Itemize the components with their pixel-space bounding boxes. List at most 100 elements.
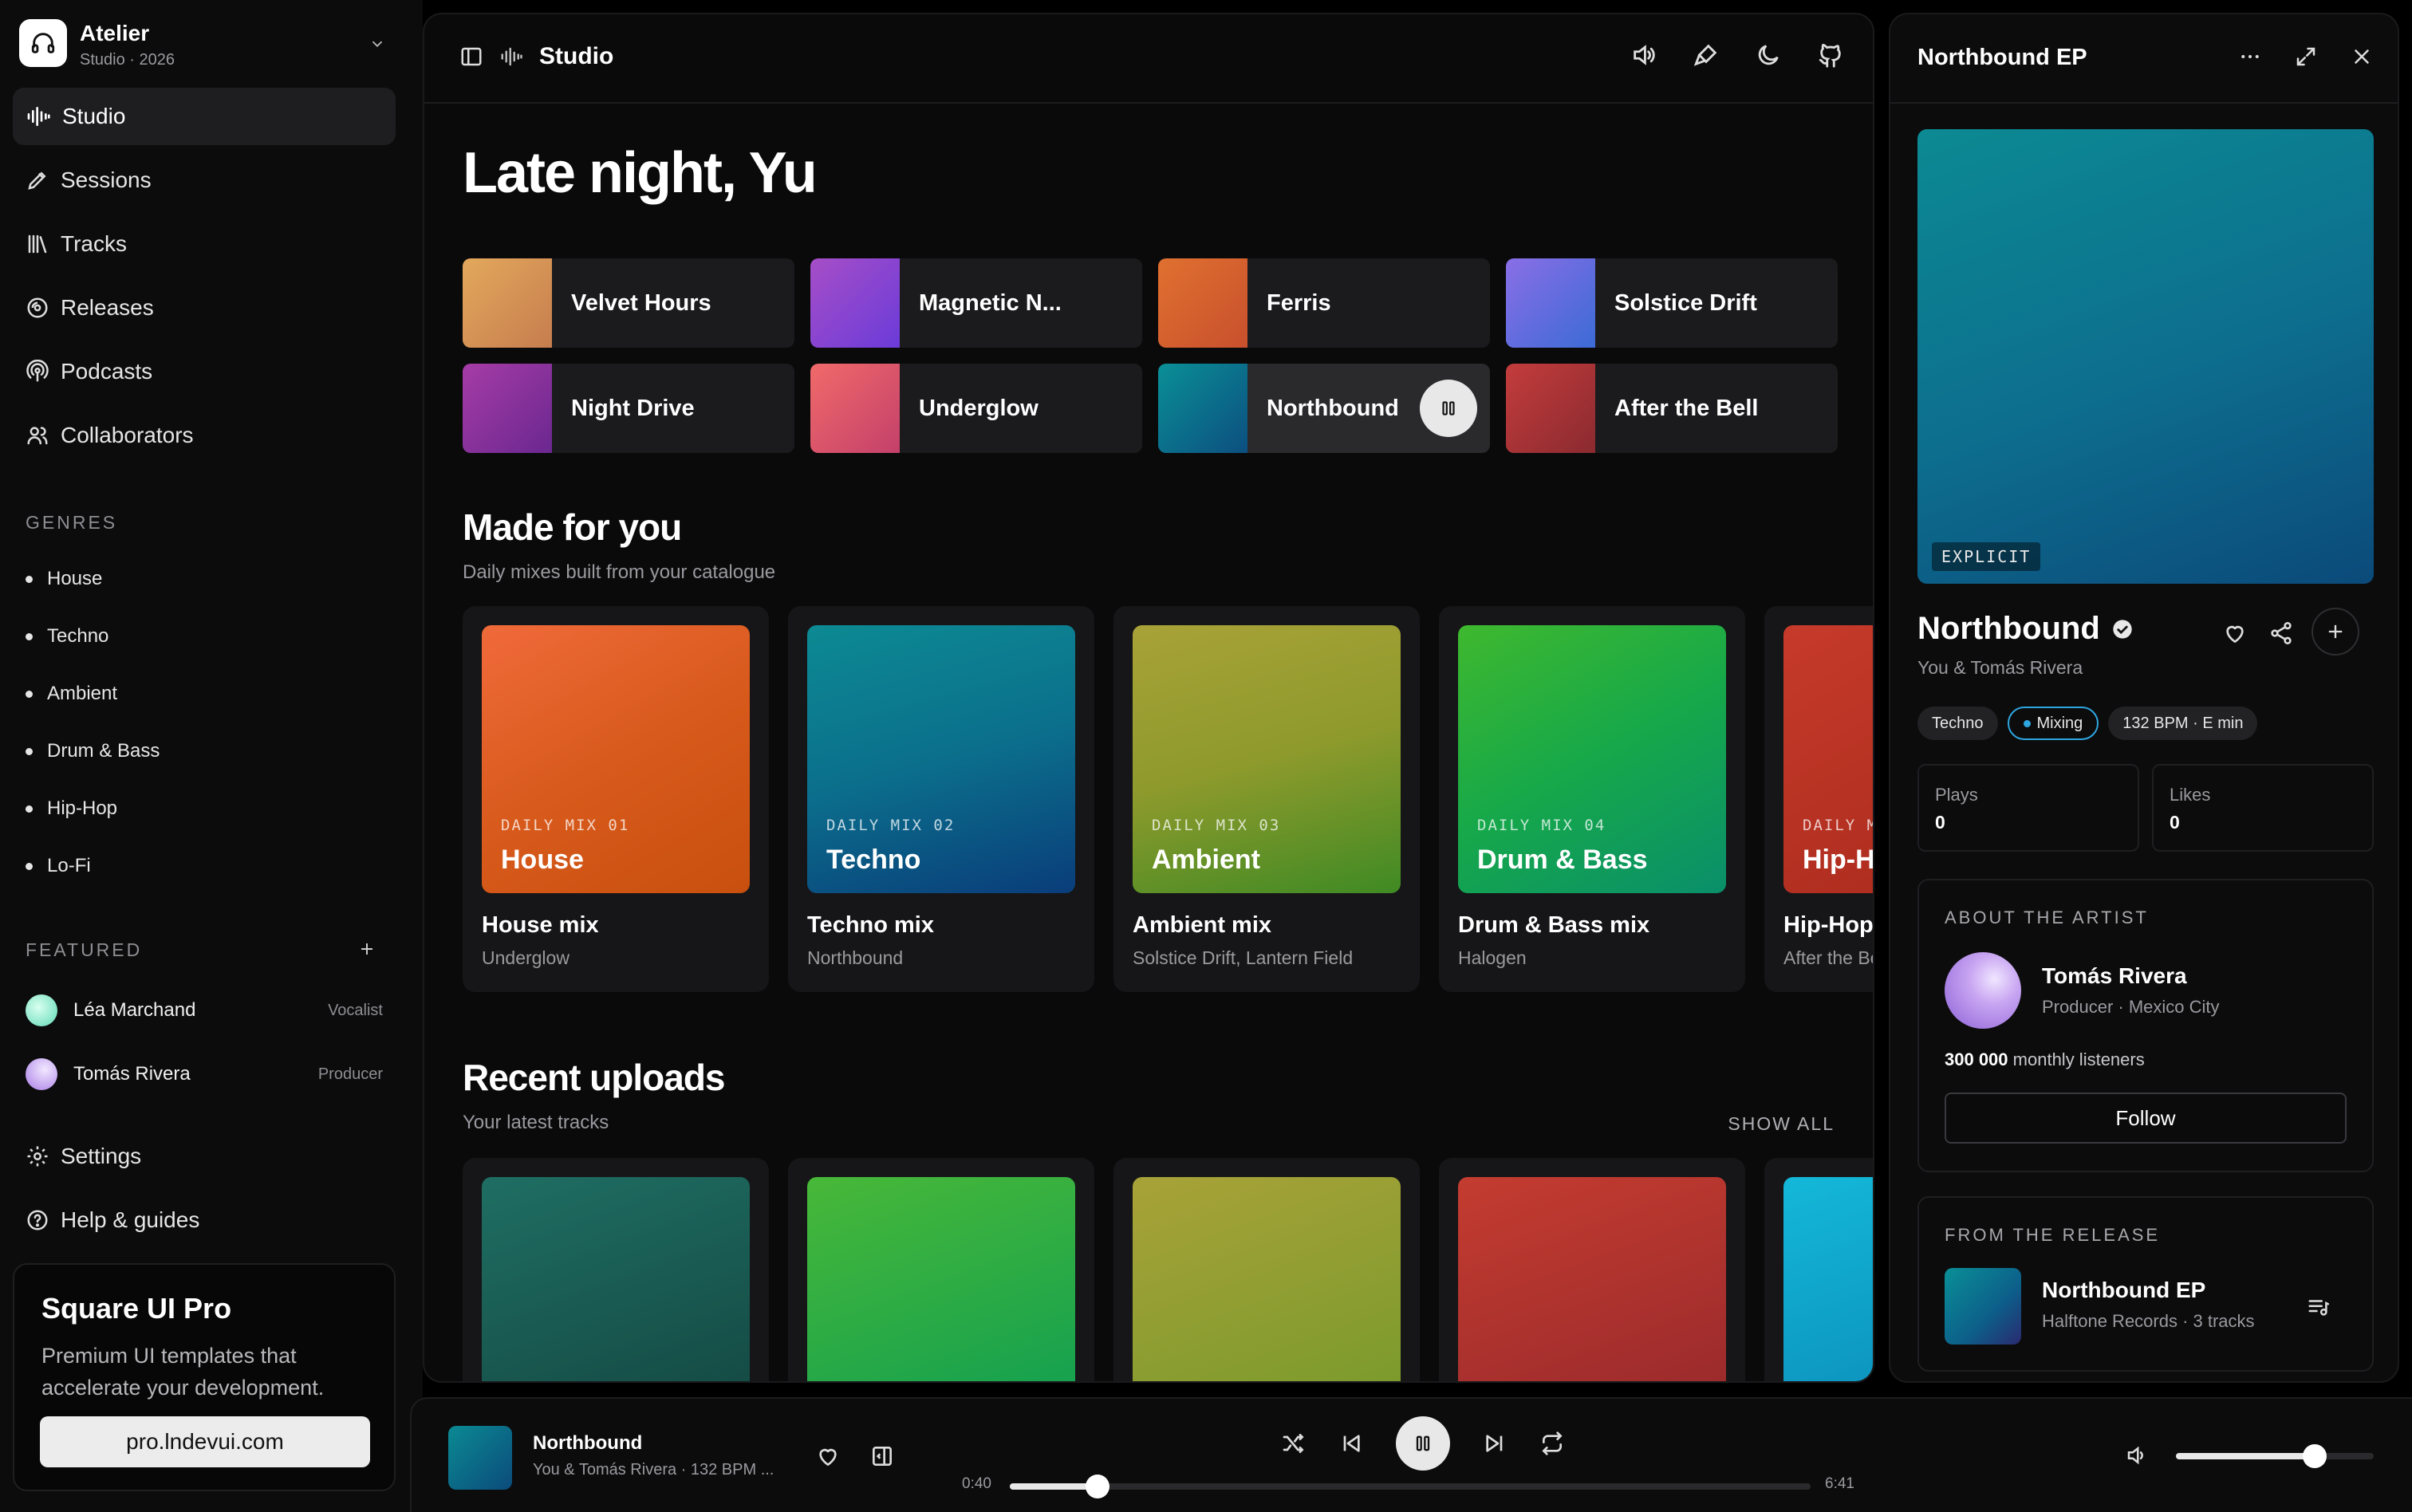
- share-icon[interactable]: [2268, 620, 2294, 646]
- nav-item-tracks[interactable]: Tracks: [13, 215, 396, 273]
- total-time: 6:41: [1825, 1475, 1854, 1492]
- progress-slider[interactable]: [1010, 1475, 1811, 1498]
- upload-card[interactable]: [788, 1158, 1094, 1381]
- mix-cover: DAILY MIX 02 Techno: [807, 625, 1075, 893]
- nav-label: Sessions: [61, 167, 152, 192]
- nav-item-sessions[interactable]: Sessions: [13, 152, 396, 209]
- mix-card[interactable]: DAILY MIX 05 Hip-Hop Hip-Hop mix After t…: [1764, 606, 1873, 992]
- upload-card[interactable]: [1764, 1158, 1873, 1381]
- close-icon[interactable]: [2350, 45, 2374, 69]
- next-icon[interactable]: [1482, 1431, 1508, 1456]
- nav-item-releases[interactable]: Releases: [13, 279, 396, 337]
- genre-item[interactable]: Hip-Hop: [26, 797, 117, 820]
- mix-card[interactable]: DAILY MIX 04 Drum & Bass Drum & Bass mix…: [1439, 606, 1745, 992]
- play-pause-button[interactable]: [1396, 1416, 1450, 1471]
- previous-icon[interactable]: [1338, 1431, 1364, 1456]
- show-all-link[interactable]: SHOW ALL: [1728, 1113, 1835, 1135]
- mix-subtitle: After the Bell: [1783, 947, 1873, 968]
- volume-icon[interactable]: [1630, 41, 1657, 69]
- release-name[interactable]: Northbound EP: [2042, 1278, 2205, 1303]
- main-content: Studio Late night, Yu Velvet Hours Magne…: [423, 13, 1874, 1383]
- repeat-icon[interactable]: [1539, 1431, 1565, 1456]
- featured-item[interactable]: Tomás Rivera Producer: [26, 1054, 383, 1094]
- nav-item-collaborators[interactable]: Collaborators: [13, 407, 396, 464]
- quick-item-playing[interactable]: Northbound: [1158, 364, 1490, 453]
- quick-item-title: Underglow: [919, 395, 1038, 421]
- likes-stat: Likes 0: [2152, 764, 2374, 852]
- pause-icon: [1412, 1432, 1434, 1455]
- quick-item[interactable]: After the Bell: [1506, 364, 1838, 453]
- upload-card[interactable]: [1439, 1158, 1745, 1381]
- genre-label: Lo-Fi: [47, 855, 91, 876]
- heart-icon[interactable]: [2222, 620, 2248, 646]
- mix-genre: Ambient: [1152, 845, 1260, 875]
- mix-title: Techno mix: [807, 912, 934, 938]
- featured-item[interactable]: Léa Marchand Vocalist: [26, 990, 383, 1030]
- quick-item[interactable]: Underglow: [810, 364, 1142, 453]
- section-subtitle: Daily mixes built from your catalogue: [463, 561, 776, 583]
- status-label: Mixing: [2036, 714, 2083, 732]
- library-icon: [26, 232, 49, 256]
- add-featured-icon[interactable]: [357, 939, 376, 959]
- stat-value: 0: [1935, 812, 1945, 833]
- genre-item[interactable]: House: [26, 568, 102, 590]
- podcast-icon: [26, 360, 49, 384]
- workspace-switcher[interactable]: Atelier Studio · 2026: [19, 18, 394, 70]
- quick-item[interactable]: Velvet Hours: [463, 258, 794, 348]
- track-title: Northbound: [1917, 611, 2100, 646]
- release-meta: Halftone Records · 3 tracks: [2042, 1311, 2255, 1331]
- mix-card[interactable]: DAILY MIX 01 House House mix Underglow: [463, 606, 769, 992]
- listeners-label: monthly listeners: [2012, 1049, 2145, 1069]
- nav-item-help[interactable]: Help & guides: [13, 1191, 396, 1249]
- artist-avatar: [1945, 952, 2021, 1029]
- volume-icon[interactable]: [2125, 1443, 2149, 1467]
- moon-icon[interactable]: [1755, 41, 1782, 69]
- nav-label: Podcasts: [61, 359, 153, 384]
- genre-item[interactable]: Lo-Fi: [26, 855, 91, 877]
- quick-item[interactable]: Ferris: [1158, 258, 1490, 348]
- genre-item[interactable]: Techno: [26, 625, 108, 648]
- workspace-subtitle: Studio · 2026: [80, 51, 175, 69]
- shuffle-icon[interactable]: [1281, 1431, 1306, 1456]
- pause-button[interactable]: [1420, 380, 1477, 437]
- featured-role: Producer: [317, 1065, 383, 1083]
- disc-icon: [26, 296, 49, 320]
- promo-button[interactable]: pro.lndevui.com: [40, 1416, 370, 1467]
- add-button[interactable]: [2312, 608, 2359, 656]
- quick-item-title: Night Drive: [571, 395, 695, 421]
- mix-card[interactable]: DAILY MIX 03 Ambient Ambient mix Solstic…: [1113, 606, 1420, 992]
- github-icon[interactable]: [1817, 41, 1844, 69]
- nav-label: Settings: [61, 1144, 142, 1168]
- release-art: [1945, 1268, 2021, 1345]
- paintbrush-icon[interactable]: [1693, 41, 1720, 69]
- follow-button[interactable]: Follow: [1945, 1093, 2347, 1144]
- nav-item-podcasts[interactable]: Podcasts: [13, 343, 396, 400]
- workspace-name: Atelier: [80, 21, 150, 45]
- volume-knob[interactable]: [2302, 1444, 2327, 1468]
- mix-card[interactable]: DAILY MIX 02 Techno Techno mix Northboun…: [788, 606, 1094, 992]
- nav-label: Releases: [61, 295, 154, 320]
- genre-label: Techno: [47, 625, 109, 647]
- quick-item[interactable]: Magnetic N...: [810, 258, 1142, 348]
- expand-icon[interactable]: [2294, 45, 2318, 69]
- volume-slider[interactable]: [2176, 1444, 2374, 1468]
- upload-card[interactable]: [463, 1158, 769, 1381]
- nav-item-settings[interactable]: Settings: [13, 1128, 396, 1185]
- help-icon: [26, 1208, 49, 1232]
- sidebar-toggle-icon[interactable]: [459, 45, 483, 69]
- avatar: [26, 994, 57, 1026]
- quick-item[interactable]: Solstice Drift: [1506, 258, 1838, 348]
- genre-item[interactable]: Ambient: [26, 683, 117, 705]
- progress-knob[interactable]: [1086, 1475, 1110, 1498]
- genre-item[interactable]: Drum & Bass: [26, 740, 160, 762]
- mix-cover: DAILY MIX 05 Hip-Hop: [1783, 625, 1873, 893]
- heart-icon[interactable]: [815, 1443, 841, 1469]
- queue-list-icon[interactable]: [2307, 1295, 2331, 1319]
- chevron-down-icon[interactable]: [368, 35, 386, 53]
- nav-item-studio[interactable]: Studio: [13, 88, 396, 145]
- upload-card[interactable]: [1113, 1158, 1420, 1381]
- quick-item-title: After the Bell: [1614, 395, 1759, 421]
- quick-item[interactable]: Night Drive: [463, 364, 794, 453]
- panel-toggle-icon[interactable]: [869, 1443, 895, 1469]
- more-icon[interactable]: [2238, 45, 2262, 69]
